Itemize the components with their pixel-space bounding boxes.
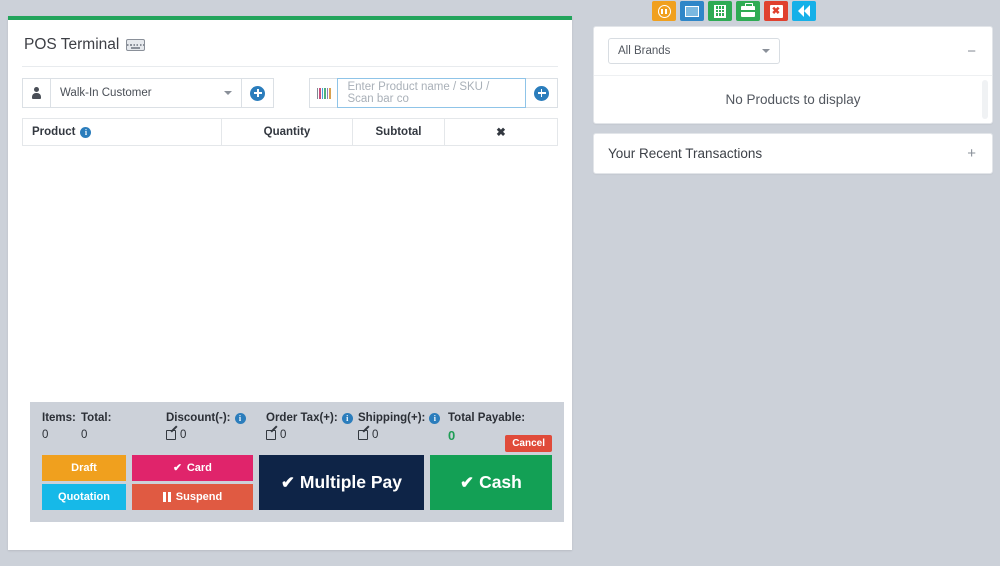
payment-buttons: Draft Quotation ✔ Card Suspend ✔ Multipl… (42, 455, 552, 510)
check-icon: ✔ (460, 472, 475, 492)
edit-icon[interactable] (166, 430, 176, 440)
rewind-icon[interactable] (792, 1, 816, 21)
draft-quotation-column: Draft Quotation (42, 455, 126, 510)
lookup-row: Walk-In Customer Enter Product name / SK… (8, 67, 572, 118)
product-search-group: Enter Product name / SKU / Scan bar co (309, 78, 558, 108)
info-icon[interactable]: i (234, 412, 246, 424)
product-search-input[interactable]: Enter Product name / SKU / Scan bar co (337, 78, 526, 108)
close-glyph: ✖ (769, 4, 783, 18)
expand-transactions-button[interactable]: + (965, 146, 978, 161)
right-column: All Brands − No Products to display Your… (593, 26, 993, 174)
shipping-value: 0 (372, 429, 379, 441)
products-scrollbar[interactable] (982, 80, 988, 119)
top-icon-toolbar: ✖ (652, 0, 816, 22)
person-icon (32, 87, 41, 99)
quotation-button[interactable]: Quotation (42, 484, 126, 510)
info-icon[interactable]: i (429, 412, 441, 424)
pause-icon[interactable] (652, 1, 676, 21)
total-payable-label: Total Payable: (448, 412, 526, 424)
card-button-label: Card (186, 462, 212, 474)
chevron-down-icon (762, 49, 770, 53)
add-product-button[interactable] (526, 78, 558, 108)
brand-filter-row: All Brands − (594, 27, 992, 76)
cash-button-label: Cash (479, 472, 522, 492)
cancel-button[interactable]: Cancel (505, 435, 552, 452)
recent-transactions-title: Your Recent Transactions (608, 146, 763, 161)
rewind-glyph (798, 5, 810, 17)
pos-terminal-panel: POS Terminal Walk-In Customer Enter Prod… (8, 16, 572, 550)
products-card: All Brands − No Products to display (593, 26, 993, 124)
summary-items: Items: 0 (42, 412, 81, 441)
customer-select-value: Walk-In Customer (60, 87, 152, 99)
multiple-pay-label: Multiple Pay (299, 472, 403, 492)
window-glyph (685, 5, 699, 17)
column-header-remove-all[interactable]: ✖ (445, 119, 557, 145)
cart-table-header: Product i Quantity Subtotal ✖ (23, 119, 557, 145)
total-label: Total: (81, 412, 112, 424)
customer-select-group: Walk-In Customer (22, 78, 275, 108)
items-label: Items: (42, 412, 76, 424)
check-icon: ✔ (280, 472, 295, 492)
barcode-icon (316, 87, 331, 99)
summary-shipping: Shipping(+): i 0 (358, 412, 448, 441)
product-search-placeholder: Enter Product name / SKU / Scan bar co (347, 81, 490, 105)
pos-screen: ✖ POS Terminal Walk-In Customer Enter Pr… (0, 0, 1000, 566)
shipping-label: Shipping(+): (358, 412, 426, 424)
briefcase-glyph (741, 2, 755, 17)
cash-button[interactable]: ✔ Cash (430, 455, 552, 510)
plus-circle-icon (534, 85, 549, 101)
no-products-message: No Products to display (725, 92, 861, 107)
info-icon[interactable]: i (80, 126, 92, 138)
chevron-down-icon (224, 91, 233, 95)
column-header-product-label: Product (32, 126, 76, 138)
summary-total: Total: 0 (81, 412, 166, 441)
page-title-text: POS Terminal (24, 36, 120, 53)
order-summary: Items: 0 Total: 0 Discount(-): i 0 Order… (30, 402, 564, 522)
calculator-icon[interactable] (708, 1, 732, 21)
summary-grid: Items: 0 Total: 0 Discount(-): i 0 Order… (42, 412, 552, 452)
order-tax-label: Order Tax(+): (266, 412, 338, 424)
column-header-subtotal: Subtotal (353, 119, 445, 145)
cart-table: Product i Quantity Subtotal ✖ (22, 118, 558, 146)
barcode-icon-addon (309, 78, 338, 108)
brand-select[interactable]: All Brands (608, 38, 780, 64)
plus-circle-icon (250, 85, 266, 101)
multiple-pay-button[interactable]: ✔ Multiple Pay (259, 455, 424, 510)
customer-select[interactable]: Walk-In Customer (50, 78, 243, 108)
card-suspend-column: ✔ Card Suspend (132, 455, 253, 510)
keyboard-icon (126, 39, 146, 51)
draft-button[interactable]: Draft (42, 455, 126, 481)
pause-glyph (657, 4, 671, 18)
order-tax-value: 0 (280, 429, 287, 441)
items-value: 0 (42, 429, 49, 441)
summary-discount: Discount(-): i 0 (166, 412, 266, 441)
info-icon[interactable]: i (341, 412, 353, 424)
products-list-area: No Products to display (594, 76, 992, 123)
suspend-button[interactable]: Suspend (132, 484, 253, 510)
page-title: POS Terminal (8, 20, 572, 66)
add-customer-button[interactable] (242, 78, 275, 108)
check-icon: ✔ (173, 463, 182, 474)
column-header-product: Product i (23, 119, 222, 145)
summary-order-tax: Order Tax(+): i 0 (266, 412, 358, 441)
suspend-button-label: Suspend (175, 491, 223, 503)
cart-table-body (23, 145, 557, 146)
recent-transactions-card[interactable]: Your Recent Transactions + (593, 133, 993, 174)
briefcase-icon[interactable] (736, 1, 760, 21)
discount-value: 0 (180, 429, 187, 441)
pause-icon (162, 492, 171, 502)
brand-select-value: All Brands (618, 45, 671, 57)
customer-icon-addon (22, 78, 50, 108)
column-header-quantity: Quantity (222, 119, 353, 145)
window-icon[interactable] (680, 1, 704, 21)
edit-icon[interactable] (266, 430, 276, 440)
calculator-glyph (714, 4, 726, 18)
collapse-products-button[interactable]: − (965, 44, 978, 59)
card-button[interactable]: ✔ Card (132, 455, 253, 481)
close-icon[interactable]: ✖ (764, 1, 788, 21)
discount-label: Discount(-): (166, 412, 231, 424)
edit-icon[interactable] (358, 430, 368, 440)
total-value: 0 (81, 429, 88, 441)
